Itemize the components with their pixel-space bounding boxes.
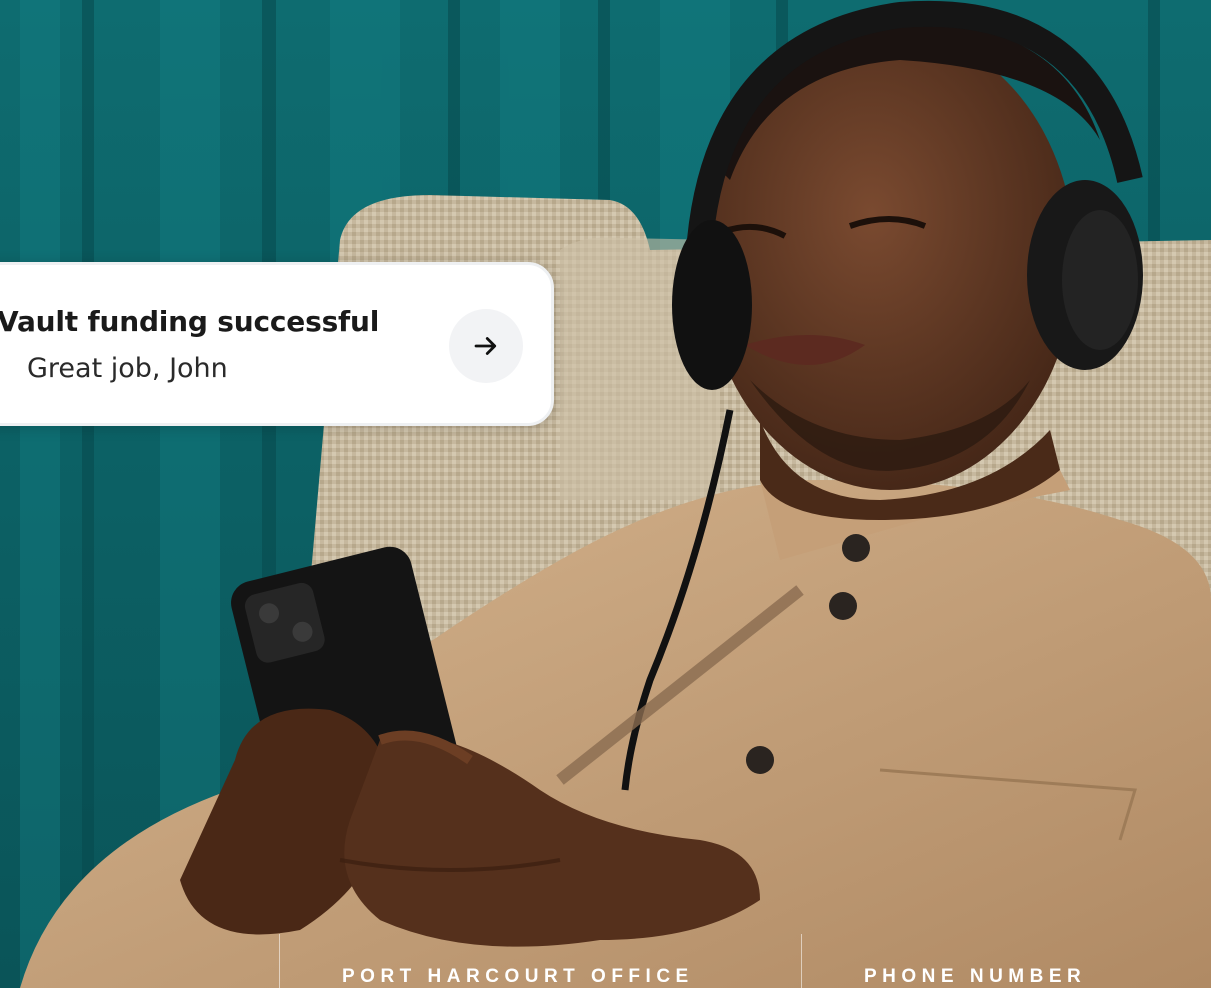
- hero-photo: [0, 0, 1211, 988]
- notification-title: Vault funding successful: [0, 305, 380, 338]
- notification-action-button[interactable]: [449, 309, 523, 383]
- notification-card[interactable]: Vault funding successful Great job, John: [0, 262, 554, 426]
- phone-number-label: PHONE NUMBER: [864, 966, 1087, 987]
- footer-divider-left: [279, 934, 280, 988]
- arrow-right-icon: [474, 337, 497, 355]
- notification-subtitle: Great job, John: [27, 353, 228, 384]
- office-label: PORT HARCOURT OFFICE: [342, 966, 694, 987]
- footer-divider-right: [801, 934, 802, 988]
